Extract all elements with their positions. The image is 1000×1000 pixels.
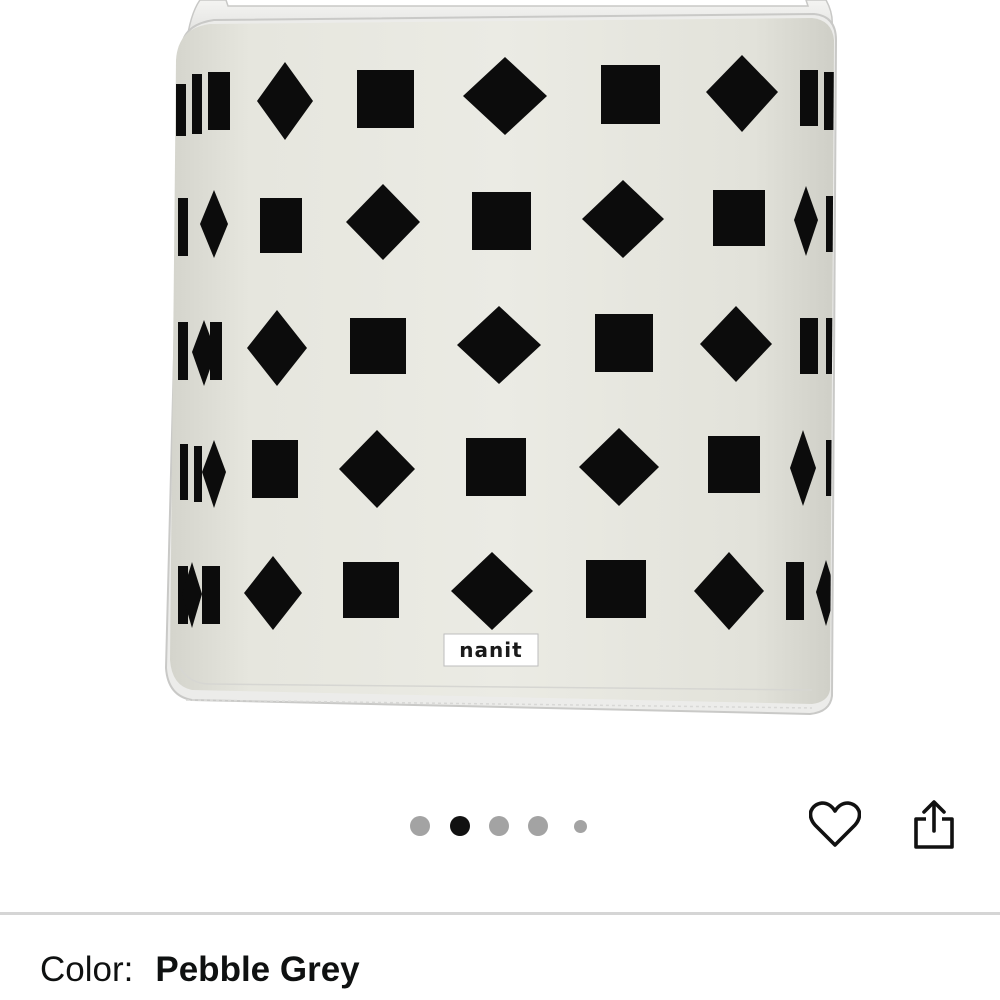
carousel-dot-4[interactable]	[528, 816, 548, 836]
brand-tag-text: nanit	[459, 638, 523, 662]
selected-color-value: Pebble Grey	[155, 950, 360, 989]
image-carousel-indicator	[410, 815, 587, 837]
product-image[interactable]: nanit	[0, 0, 1000, 760]
carousel-dot-5[interactable]	[574, 819, 587, 833]
carousel-dot-2-active[interactable]	[450, 816, 470, 836]
add-to-wishlist-button[interactable]	[806, 796, 864, 854]
product-detail-screen: nanit Color: Pebble Grey	[0, 0, 1000, 1000]
color-label: Color:	[40, 950, 134, 989]
heart-icon	[809, 801, 861, 847]
color-selection-row: Color: Pebble Grey	[40, 950, 360, 998]
share-icon	[914, 800, 954, 849]
carousel-dot-1[interactable]	[410, 816, 430, 836]
share-button[interactable]	[905, 796, 963, 854]
carousel-dot-3[interactable]	[489, 816, 509, 836]
section-divider	[0, 912, 1000, 915]
